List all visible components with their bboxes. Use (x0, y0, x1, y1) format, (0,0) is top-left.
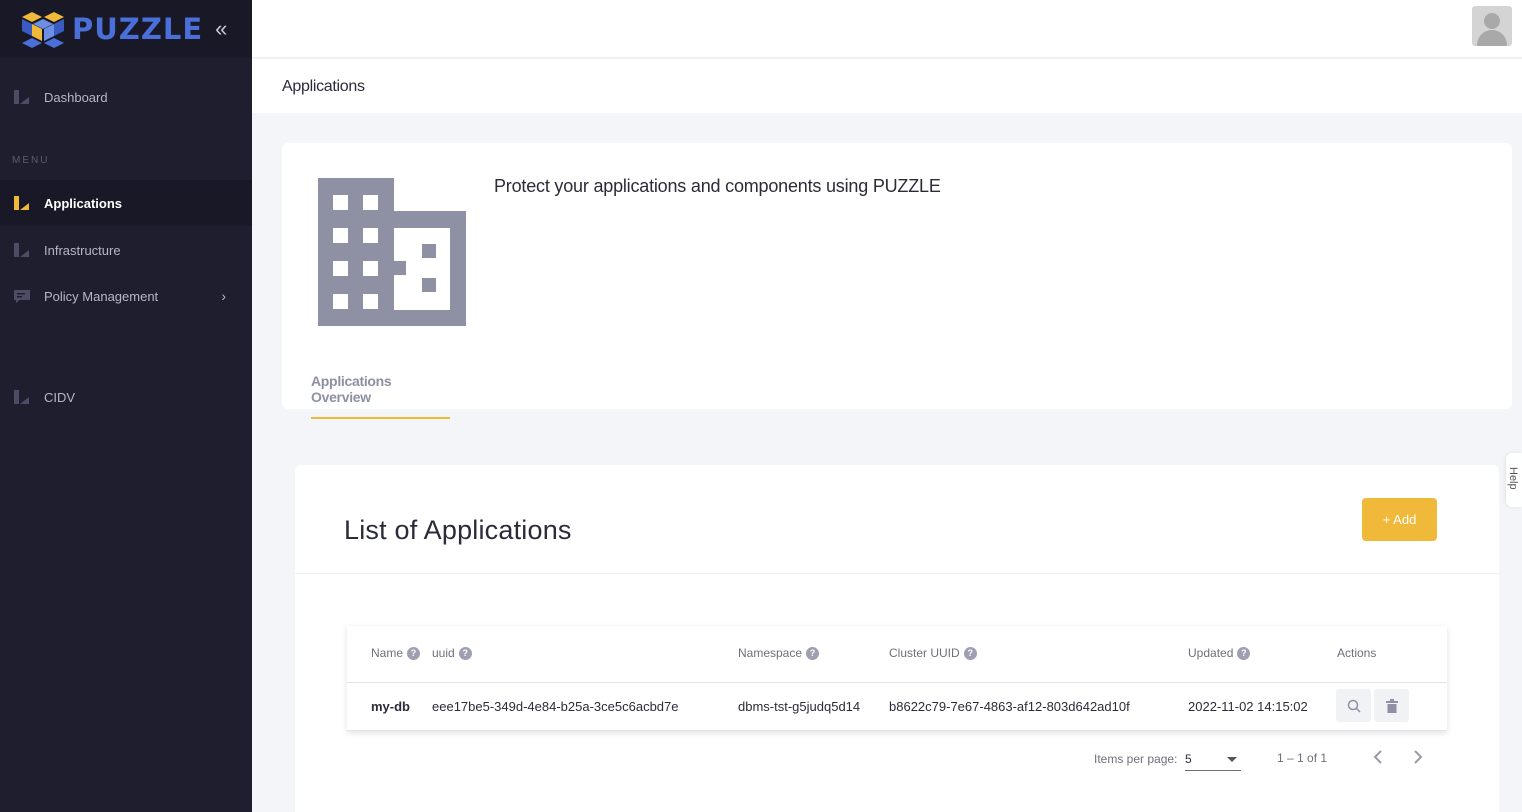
chevron-right-icon (1414, 750, 1423, 764)
user-avatar[interactable] (1472, 6, 1512, 46)
topbar (252, 0, 1522, 58)
sidebar-item-cidv[interactable]: CIDV (0, 374, 252, 420)
caret-down-icon (1227, 757, 1237, 762)
chevron-right-icon: › (221, 288, 226, 304)
infrastructure-icon (14, 242, 30, 258)
page-title: Applications (282, 78, 365, 95)
cell-namespace: dbms-tst-g5judq5d14 (738, 699, 861, 714)
column-header-label: Cluster UUID (889, 646, 960, 660)
cell-updated: 2022-11-02 14:15:02 (1188, 699, 1308, 714)
overview-title: Protect your applications and components… (494, 176, 941, 196)
help-icon[interactable]: ? (407, 646, 421, 660)
sidebar-header: PUZZLE « (0, 0, 252, 58)
cell-uuid: eee17be5-349d-4e84-b25a-3ce5c6acbd7e (432, 699, 679, 714)
column-header-name: Name ? (371, 646, 421, 660)
column-header-uuid: uuid ? (432, 646, 472, 660)
list-title: List of Applications (344, 515, 572, 545)
sidebar-item-label: Dashboard (44, 89, 108, 105)
divider (295, 573, 1499, 574)
divider (347, 682, 1447, 683)
sidebar-item-infrastructure[interactable]: Infrastructure (0, 227, 252, 273)
applications-icon (14, 195, 30, 211)
column-header-actions: Actions (1337, 646, 1376, 660)
sidebar: PUZZLE « Dashboard MENU Applications Inf… (0, 0, 252, 812)
sidebar-item-label: Applications (44, 195, 123, 211)
items-per-page-label: Items per page: (1094, 752, 1178, 766)
tab-applications-overview[interactable]: Applications Overview (311, 373, 450, 419)
help-icon[interactable]: ? (963, 646, 977, 660)
chevrons-left-icon[interactable]: « (215, 18, 227, 40)
help-tab-label: Help (1507, 467, 1519, 490)
sidebar-item-dashboard[interactable]: Dashboard (0, 74, 252, 120)
sidebar-item-applications[interactable]: Applications (0, 180, 252, 226)
column-header-label: uuid (432, 646, 455, 660)
column-header-cluster-uuid: Cluster UUID ? (889, 646, 977, 660)
search-icon (1347, 699, 1361, 713)
page-header: Applications (252, 59, 1522, 113)
items-per-page-value: 5 (1185, 752, 1192, 766)
column-header-label: Updated (1188, 646, 1234, 660)
applications-list-card: List of Applications + Add Name ? uuid ?… (295, 465, 1499, 812)
puzzle-logo-icon (20, 10, 66, 48)
view-button[interactable] (1336, 689, 1371, 722)
chevron-left-icon (1373, 750, 1382, 764)
sidebar-item-policy-management[interactable]: Policy Management › (0, 273, 252, 319)
sidebar-item-label: Policy Management (44, 288, 159, 304)
help-icon[interactable]: ? (458, 646, 472, 660)
previous-page-button[interactable] (1367, 749, 1389, 771)
column-header-label: Name (371, 646, 404, 660)
sidebar-item-label: CIDV (44, 389, 76, 405)
help-tab[interactable]: Help (1506, 453, 1522, 507)
help-icon[interactable]: ? (806, 646, 820, 660)
help-icon[interactable]: ? (1237, 646, 1251, 660)
next-page-button[interactable] (1407, 749, 1429, 771)
sidebar-item-label: Infrastructure (44, 242, 121, 258)
avatar-body (1477, 30, 1507, 46)
add-application-button[interactable]: + Add (1362, 498, 1437, 541)
column-header-label: Namespace (738, 646, 803, 660)
policy-icon (14, 288, 30, 304)
items-per-page-select[interactable]: 5 (1185, 749, 1241, 771)
cell-cluster-uuid: b8622c79-7e67-4863-af12-803d642ad10f (889, 699, 1130, 714)
avatar-head (1484, 13, 1500, 29)
building-icon (318, 178, 466, 326)
trash-icon (1385, 698, 1398, 713)
delete-button[interactable] (1374, 689, 1409, 722)
app-name: PUZZLE (72, 12, 204, 46)
sidebar-section-label: MENU (12, 155, 50, 166)
overview-card: Protect your applications and components… (282, 143, 1512, 419)
column-header-namespace: Namespace ? (738, 646, 820, 660)
applications-table: Name ? uuid ? Namespace ? Cluster UUID ?… (347, 626, 1447, 731)
pagination-range: 1 – 1 of 1 (1277, 751, 1328, 765)
cell-name: my-db (371, 699, 410, 714)
column-header-label: Actions (1337, 646, 1377, 660)
dashboard-icon (14, 89, 30, 105)
column-header-updated: Updated ? (1188, 646, 1251, 660)
cidv-icon (14, 389, 30, 405)
divider (347, 730, 1447, 731)
